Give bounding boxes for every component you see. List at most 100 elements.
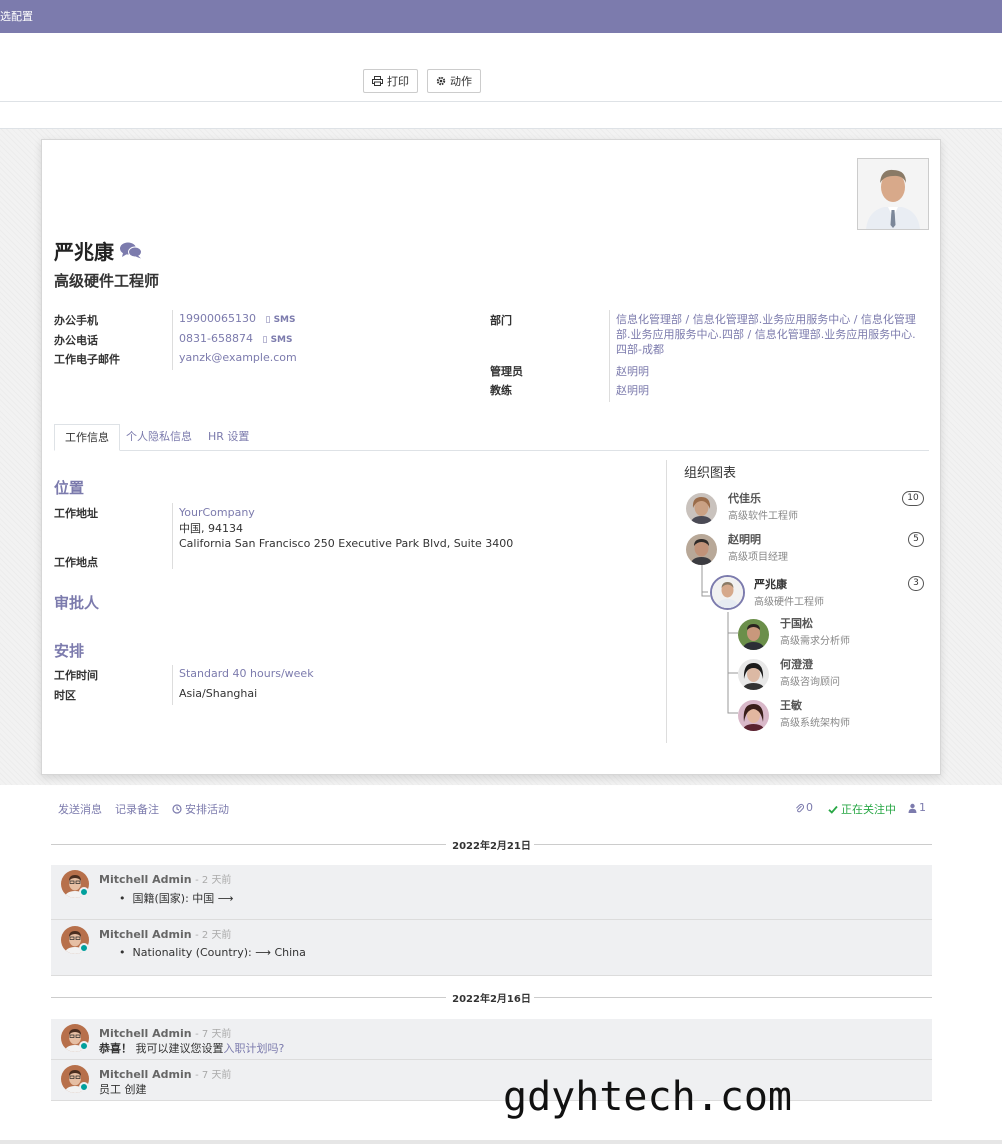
watermark: gdyhtech.com <box>503 1074 792 1120</box>
timezone-label: 时区 <box>54 689 76 702</box>
send-message-button[interactable]: 发送消息 <box>58 801 102 817</box>
mobile-sms-button[interactable]: ▯ SMS <box>265 315 295 325</box>
top-navbar: 选配置 <box>0 0 1002 33</box>
department-label: 部门 <box>490 314 512 327</box>
message-date: - 7 天前 <box>195 1029 232 1040</box>
chatter-message: Mitchell Admin - 7 天前 恭喜！ 我可以建议您设置入职计划吗? <box>51 1019 932 1060</box>
work-address-value[interactable]: YourCompany 中国, 94134 California San Fra… <box>179 505 513 552</box>
chatter-message: Mitchell Admin - 2 天前 • Nationality (Cou… <box>51 920 932 976</box>
employee-job-title[interactable]: 高级硬件工程师 <box>54 270 159 291</box>
org-avatar[interactable] <box>738 619 769 650</box>
org-person-job: 高级软件工程师 <box>728 511 798 522</box>
message-header: Mitchell Admin - 7 天前 <box>99 1066 231 1081</box>
manager-value[interactable]: 赵明明 <box>616 363 649 379</box>
online-status-icon <box>79 1041 89 1051</box>
org-person-name[interactable]: 严兆康 <box>754 576 787 592</box>
message-body: 员工 创建 <box>99 1083 147 1096</box>
employee-name-text: 严兆康 <box>54 240 114 264</box>
org-avatar[interactable] <box>738 700 769 731</box>
date-separator: 2022年2月16日 <box>51 990 932 1005</box>
org-person-name[interactable]: 何澄澄 <box>780 656 813 672</box>
employee-name: 严兆康 <box>54 236 142 265</box>
org-avatar[interactable] <box>738 659 769 690</box>
mobile-label: 办公手机 <box>54 314 98 327</box>
action-label: 动作 <box>450 75 472 88</box>
attachments-button[interactable]: 0 <box>795 801 813 814</box>
tab-private-info[interactable]: 个人隐私信息 <box>116 424 202 451</box>
org-avatar[interactable] <box>686 534 717 565</box>
email-label: 工作电子邮件 <box>54 353 120 366</box>
followers-button[interactable]: 1 <box>908 801 926 814</box>
message-date: - 2 天前 <box>195 930 232 941</box>
schedule-activity-label: 安排活动 <box>185 803 229 816</box>
tracking-value: Nationality (Country): ⟶ China <box>132 946 306 959</box>
message-author[interactable]: Mitchell Admin <box>99 873 192 886</box>
address-line: California San Francisco 250 Executive P… <box>179 537 514 550</box>
tab-hr-settings[interactable]: HR 设置 <box>198 424 259 451</box>
company-link[interactable]: YourCompany <box>179 505 513 521</box>
schedule-section-title: 安排 <box>54 642 85 660</box>
mobile-value[interactable]: 19900065130 <box>179 312 256 325</box>
org-chart-divider <box>666 460 667 743</box>
phone-icon: ▯ <box>262 335 268 345</box>
following-label: 正在关注中 <box>841 803 896 816</box>
org-count-badge[interactable]: 3 <box>908 576 924 591</box>
navbar-title[interactable]: 选配置 <box>0 8 33 24</box>
log-note-button[interactable]: 记录备注 <box>115 801 159 817</box>
working-hours-value[interactable]: Standard 40 hours/week <box>179 667 314 680</box>
org-person-job: 高级需求分析师 <box>780 636 850 647</box>
paperclip-icon <box>796 803 804 812</box>
org-person-job: 高级系统架构师 <box>780 718 850 729</box>
org-person-name[interactable]: 赵明明 <box>728 531 761 547</box>
org-person-name[interactable]: 于国松 <box>780 615 813 631</box>
org-count-badge[interactable]: 5 <box>908 532 924 547</box>
field-divider <box>609 310 610 402</box>
message-body: 恭喜！ 我可以建议您设置入职计划吗? <box>99 1040 284 1056</box>
message-author[interactable]: Mitchell Admin <box>99 928 192 941</box>
org-person-name[interactable]: 代佳乐 <box>728 490 761 506</box>
message-author[interactable]: Mitchell Admin <box>99 1068 192 1081</box>
message-author[interactable]: Mitchell Admin <box>99 1027 192 1040</box>
coach-label: 教练 <box>490 384 512 397</box>
chatter-message: Mitchell Admin - 7 天前 员工 创建 <box>51 1060 932 1101</box>
chatter: 发送消息 记录备注 安排活动 0 正在关注中 1 2022年2月21日 Mitc… <box>0 786 1002 1144</box>
phone-sms-button[interactable]: ▯ SMS <box>262 335 292 345</box>
clock-icon <box>172 804 182 814</box>
coach-value[interactable]: 赵明明 <box>616 382 649 398</box>
field-divider <box>172 665 173 705</box>
phone-value[interactable]: 0831-658874 <box>179 332 253 345</box>
department-value[interactable]: 信息化管理部 / 信息化管理部.业务应用服务中心 / 信息化管理 部.业务应用服… <box>616 312 916 357</box>
phone-label: 办公电话 <box>54 334 98 347</box>
email-value[interactable]: yanzk@example.com <box>179 351 297 364</box>
org-avatar-current[interactable] <box>710 575 745 610</box>
bullet-icon: • <box>119 892 126 905</box>
org-chart-title: 组织图表 <box>684 466 737 481</box>
work-address-label: 工作地址 <box>54 507 98 520</box>
field-divider <box>172 310 173 370</box>
action-button[interactable]: 动作 <box>427 69 481 93</box>
org-count-badge[interactable]: 10 <box>902 491 924 506</box>
separator-line <box>534 997 932 998</box>
print-button[interactable]: 打印 <box>363 69 418 93</box>
message-date: - 2 天前 <box>195 875 232 886</box>
org-person-name[interactable]: 王敏 <box>780 697 802 713</box>
employee-photo[interactable] <box>857 158 929 230</box>
timezone-value[interactable]: Asia/Shanghai <box>179 687 257 700</box>
date-separator: 2022年2月21日 <box>51 837 932 852</box>
manager-label: 管理员 <box>490 365 523 378</box>
work-location-label: 工作地点 <box>54 556 98 569</box>
chat-icon[interactable] <box>120 242 142 259</box>
user-icon <box>908 803 917 813</box>
location-section-title: 位置 <box>54 479 85 497</box>
attachments-count: 0 <box>806 801 813 814</box>
bottom-scroll-edge <box>0 1140 1002 1144</box>
message-header: Mitchell Admin - 2 天前 <box>99 926 231 941</box>
department-line: 信息化管理部 / 信息化管理部.业务应用服务中心 / 信息化管理 <box>616 313 916 326</box>
tab-work-info[interactable]: 工作信息 <box>54 424 120 451</box>
following-button[interactable]: 正在关注中 <box>828 801 896 817</box>
schedule-activity-button[interactable]: 安排活动 <box>172 801 229 817</box>
org-avatar[interactable] <box>686 493 717 524</box>
org-person-job: 高级硬件工程师 <box>754 597 824 608</box>
working-hours-label: 工作时间 <box>54 669 98 682</box>
onboarding-plan-link[interactable]: 入职计划吗? <box>224 1042 285 1055</box>
